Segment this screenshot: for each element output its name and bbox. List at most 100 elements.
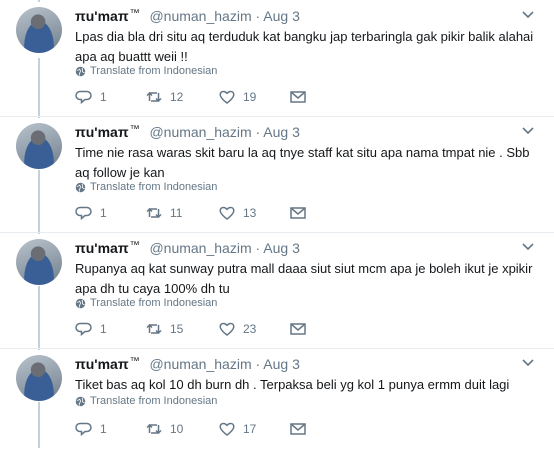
reply-button[interactable]: 1 <box>75 204 107 222</box>
tweet-text: Tiket bas aq kol 10 dh burn dh . Terpaks… <box>75 377 510 392</box>
retweet-icon <box>146 423 162 435</box>
username[interactable]: @numan_hazim <box>149 356 251 372</box>
heart-icon <box>219 422 235 436</box>
reply-icon <box>75 90 92 105</box>
reply-icon <box>75 206 92 221</box>
action-bar: 1 12 19 <box>75 88 375 108</box>
retweet-button[interactable]: 10 <box>145 420 183 438</box>
avatar[interactable] <box>16 7 62 53</box>
reply-icon <box>75 422 92 437</box>
reply-button[interactable]: 1 <box>75 320 107 338</box>
display-name[interactable]: πu'maπ <box>75 8 129 24</box>
envelope-icon <box>290 323 306 335</box>
timestamp[interactable]: Aug 3 <box>263 240 300 256</box>
translate-label: Translate from Indonesian <box>90 395 218 407</box>
tweet[interactable]: πu'maπ™ @numan_hazim · Aug 3 Time nie ra… <box>0 116 554 230</box>
trademark-symbol: ™ <box>129 240 140 251</box>
retweet-button[interactable]: 15 <box>145 320 183 338</box>
avatar[interactable] <box>16 123 62 169</box>
tweet-text: Rupanya aq kat sunway putra mall daaa si… <box>75 261 533 296</box>
username[interactable]: @numan_hazim <box>149 240 251 256</box>
retweet-count: 12 <box>170 90 184 104</box>
translate-label: Translate from Indonesian <box>90 297 218 309</box>
translate-link[interactable]: Translate from Indonesian <box>75 395 217 407</box>
tweet[interactable]: πu'maπ™ @numan_hazim · Aug 3 Rupanya aq … <box>0 232 554 346</box>
chevron-down-icon[interactable] <box>520 238 536 254</box>
action-bar: 1 15 23 <box>75 320 375 340</box>
envelope-icon <box>290 91 306 103</box>
heart-icon <box>219 90 235 104</box>
reply-count: 1 <box>100 206 107 220</box>
trademark-symbol: ™ <box>129 356 140 367</box>
retweet-icon <box>146 323 162 335</box>
retweet-count: 11 <box>170 206 183 220</box>
tweet[interactable]: πu'maπ™ @numan_hazim · Aug 3 Lpas dia bl… <box>0 0 554 114</box>
like-count: 23 <box>243 322 257 336</box>
retweet-icon <box>146 207 162 219</box>
tweet-header: πu'maπ™ @numan_hazim · Aug 3 <box>75 240 300 256</box>
like-button[interactable]: 19 <box>218 88 256 106</box>
chevron-down-icon[interactable] <box>520 6 536 22</box>
heart-icon <box>219 206 235 220</box>
tweet-header: πu'maπ™ @numan_hazim · Aug 3 <box>75 356 300 372</box>
like-count: 13 <box>243 206 257 220</box>
dm-button[interactable] <box>289 204 307 222</box>
avatar[interactable] <box>16 355 62 401</box>
separator-dot: · <box>255 8 261 24</box>
translate-label: Translate from Indonesian <box>90 65 218 77</box>
translate-link[interactable]: Translate from Indonesian <box>75 181 217 193</box>
tweet-text: Time nie rasa waras skit baru la aq tnye… <box>75 145 530 180</box>
username[interactable]: @numan_hazim <box>149 124 251 140</box>
action-bar: 1 11 13 <box>75 204 375 224</box>
translate-link[interactable]: Translate from Indonesian <box>75 65 217 77</box>
separator-dot: · <box>255 240 261 256</box>
trademark-symbol: ™ <box>129 8 140 19</box>
retweet-button[interactable]: 12 <box>145 88 183 106</box>
envelope-icon <box>290 423 306 435</box>
retweet-icon <box>146 91 162 103</box>
heart-icon <box>219 322 235 336</box>
separator-dot: · <box>255 356 261 372</box>
reply-count: 1 <box>100 422 107 436</box>
reply-button[interactable]: 1 <box>75 88 107 106</box>
reply-count: 1 <box>100 90 107 104</box>
like-button[interactable]: 13 <box>218 204 256 222</box>
globe-icon <box>75 298 86 308</box>
username[interactable]: @numan_hazim <box>149 8 251 24</box>
translate-link[interactable]: Translate from Indonesian <box>75 297 217 309</box>
like-button[interactable]: 23 <box>218 320 256 338</box>
globe-icon <box>75 66 86 76</box>
reply-button[interactable]: 1 <box>75 420 107 438</box>
translate-label: Translate from Indonesian <box>90 181 218 193</box>
timestamp[interactable]: Aug 3 <box>263 8 300 24</box>
display-name[interactable]: πu'maπ <box>75 124 129 140</box>
chevron-down-icon[interactable] <box>520 122 536 138</box>
like-count: 17 <box>243 422 257 436</box>
tweet-header: πu'maπ™ @numan_hazim · Aug 3 <box>75 8 300 24</box>
retweet-count: 10 <box>170 422 184 436</box>
reply-icon <box>75 322 92 337</box>
dm-button[interactable] <box>289 420 307 438</box>
globe-icon <box>75 396 86 406</box>
envelope-icon <box>290 207 306 219</box>
like-count: 19 <box>243 90 257 104</box>
tweet-header: πu'maπ™ @numan_hazim · Aug 3 <box>75 124 300 140</box>
tweet-text: Lpas dia bla dri situ aq terduduk kat ba… <box>75 29 534 64</box>
reply-count: 1 <box>100 322 107 336</box>
retweet-button[interactable]: 11 <box>145 204 182 222</box>
retweet-count: 15 <box>170 322 184 336</box>
timestamp[interactable]: Aug 3 <box>263 124 300 140</box>
trademark-symbol: ™ <box>129 124 140 135</box>
display-name[interactable]: πu'maπ <box>75 356 129 372</box>
display-name[interactable]: πu'maπ <box>75 240 129 256</box>
globe-icon <box>75 182 86 192</box>
tweet[interactable]: πu'maπ™ @numan_hazim · Aug 3 Tiket bas a… <box>0 348 554 462</box>
avatar[interactable] <box>16 239 62 285</box>
like-button[interactable]: 17 <box>218 420 256 438</box>
dm-button[interactable] <box>289 320 307 338</box>
chevron-down-icon[interactable] <box>520 354 536 370</box>
dm-button[interactable] <box>289 88 307 106</box>
action-bar: 1 10 17 <box>75 420 375 440</box>
timestamp[interactable]: Aug 3 <box>263 356 300 372</box>
separator-dot: · <box>255 124 261 140</box>
